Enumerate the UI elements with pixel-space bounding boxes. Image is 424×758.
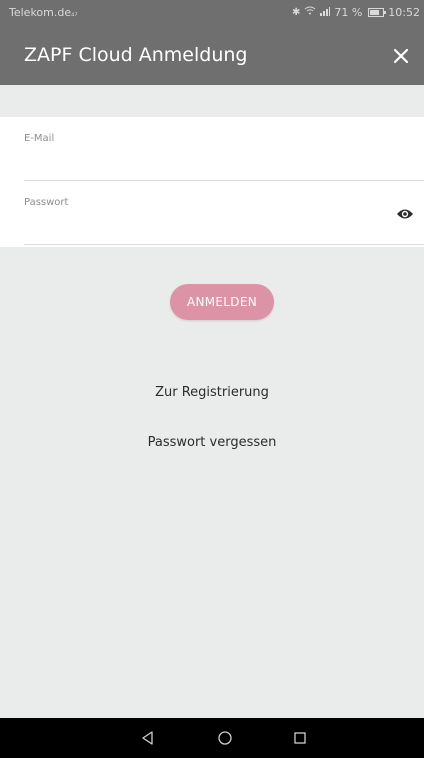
recents-button[interactable] [287,726,313,750]
signal-icon [320,6,331,19]
close-button[interactable] [384,39,418,73]
battery-icon [368,8,387,17]
carrier-label: Telekom.de [9,6,72,19]
app-bar: ZAPF Cloud Anmeldung [0,26,424,85]
clock: 10:52 [388,6,420,19]
login-form: E-Mail Passwort [0,117,424,247]
password-underline [24,244,424,245]
password-label: Passwort [24,197,69,208]
recents-square-icon [294,732,306,744]
wifi-icon [304,6,316,19]
password-field[interactable] [24,213,384,239]
status-bar: Telekom.de₄₇ ✱ 71 % 10:52 [0,0,424,26]
home-button[interactable] [212,726,238,750]
eye-icon [397,209,413,219]
carrier-name: Telekom.de₄₇ [9,6,78,19]
email-field[interactable] [24,149,384,175]
battery-percent: 71 % [334,6,363,19]
email-field-group: E-Mail [0,117,424,181]
system-nav-bar [0,718,424,758]
carrier-suffix: ₄₇ [71,9,78,18]
register-link[interactable]: Zur Registrierung [0,385,424,400]
home-circle-icon [218,731,232,745]
back-button[interactable] [135,726,161,750]
password-field-group: Passwort [0,181,424,245]
back-triangle-icon [142,731,153,745]
show-password-button[interactable] [394,203,416,225]
email-label: E-Mail [24,133,55,144]
bluetooth-icon: ✱ [291,6,301,18]
status-icons: ✱ 71 % 10:52 [292,6,420,19]
forgot-password-link[interactable]: Passwort vergessen [0,435,424,450]
top-spacer [0,85,424,117]
close-icon [393,48,409,64]
page-title: ZAPF Cloud Anmeldung [24,44,248,66]
login-button[interactable]: ANMELDEN [170,284,274,320]
